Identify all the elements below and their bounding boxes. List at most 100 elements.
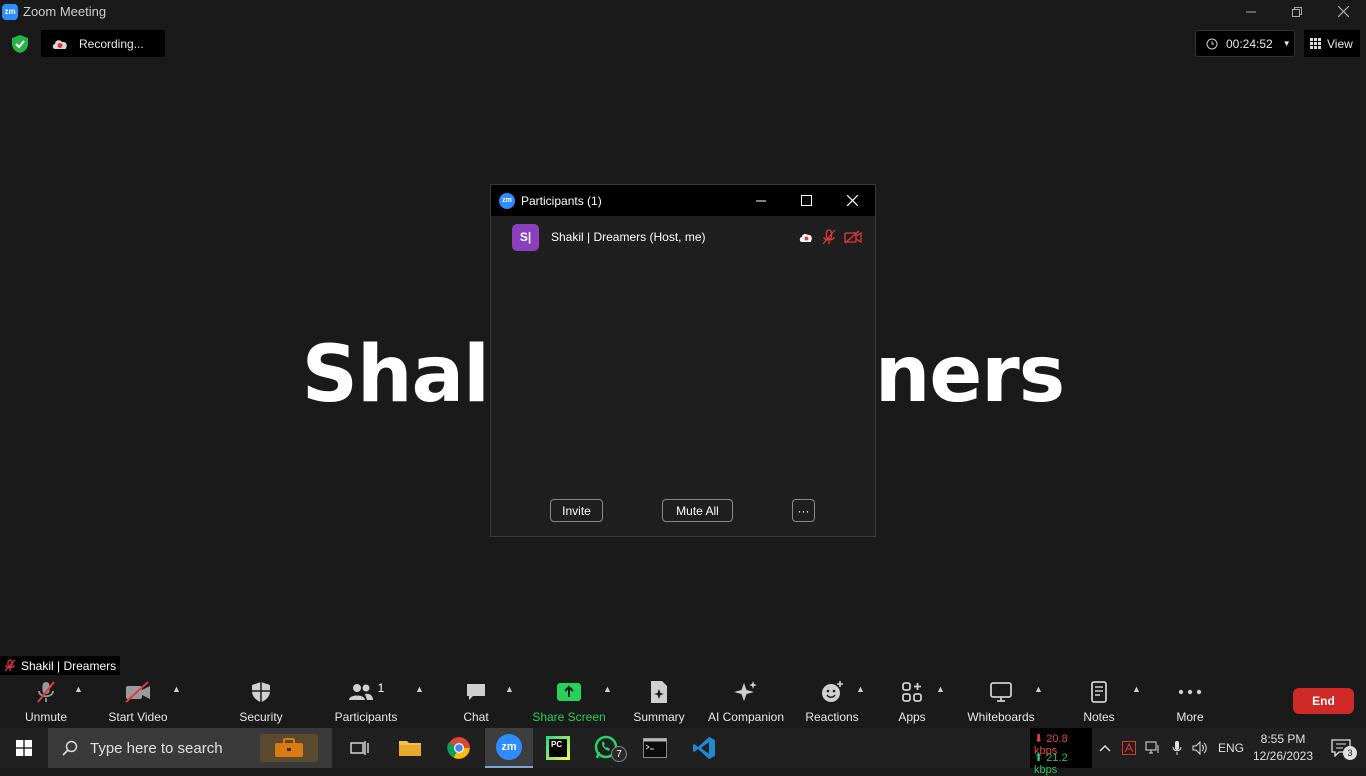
reactions-options-caret-icon[interactable]: ▲ [856,684,865,694]
share-options-caret-icon[interactable]: ▲ [603,684,612,694]
participants-titlebar: zm Participants (1) [491,185,875,216]
language-label: ENG [1217,741,1244,755]
whiteboards-options-caret-icon[interactable]: ▲ [1034,684,1043,694]
participants-options-caret-icon[interactable]: ▲ [415,684,424,694]
more-options-button[interactable]: ··· [792,499,815,522]
whiteboards-button[interactable]: Whiteboards [966,680,1036,724]
unmute-label: Unmute [24,710,68,724]
self-name-tag: Shakil | Dreamers [0,656,121,675]
close-button[interactable] [1320,0,1366,23]
taskbar-zoom[interactable]: zm [485,728,533,768]
zoom-app-icon: zm [496,734,522,760]
clock-date: 12/26/2023 [1252,749,1314,763]
microphone-tray-icon[interactable] [1166,728,1188,768]
chat-button[interactable]: Chat [460,680,492,724]
zoom-logo-icon: zm [2,3,18,20]
taskbar-clock[interactable]: 8:55 PM 12/26/2023 [1250,731,1316,765]
invite-button[interactable]: Invite [550,499,603,522]
notes-label: Notes [1083,710,1115,724]
participants-button[interactable]: 1 Participants [334,680,398,724]
more-button[interactable]: More [1170,680,1210,724]
chat-label: Chat [463,710,489,724]
participants-count: 1 [377,681,385,695]
window-title: Zoom Meeting [23,4,107,19]
view-button[interactable]: View [1304,30,1360,57]
taskbar-whatsapp[interactable]: 7 [583,728,631,768]
security-label: Security [239,710,283,724]
whiteboards-label: Whiteboards [967,710,1035,724]
unmute-button[interactable]: Unmute [22,680,70,724]
ai-companion-label: AI Companion [707,710,785,724]
more-label: More [1176,710,1204,724]
apps-options-caret-icon[interactable]: ▲ [936,684,945,694]
notes-button[interactable]: Notes [1080,680,1118,724]
folder-icon [399,741,421,756]
taskbar-pycharm[interactable]: PC [534,728,582,768]
taskbar-chrome[interactable] [435,728,483,768]
task-view-button[interactable] [336,728,384,768]
muted-microphone-icon [37,681,55,703]
end-meeting-button[interactable]: End [1293,688,1354,714]
volume-tray-icon[interactable] [1189,728,1211,768]
video-options-caret-icon[interactable]: ▲ [172,684,181,694]
taskbar-terminal[interactable] [631,728,679,768]
panel-close-button[interactable] [830,185,874,216]
share-screen-button[interactable]: Share Screen [532,680,606,724]
participant-name: Shakil | Dreamers (Host, me) [551,230,706,244]
summary-button[interactable]: Summary [632,680,686,724]
security-shield-icon [252,682,270,702]
speaker-icon [1192,741,1207,755]
panel-minimize-button[interactable] [739,185,783,216]
name-tag-label: Shakil | Dreamers [21,658,117,673]
task-view-icon [350,741,369,755]
start-video-button[interactable]: Start Video [108,680,168,724]
taskbar-file-explorer[interactable] [386,728,434,768]
meeting-toolbar: Unmute ▲ Start Video ▲ Security 1 Partic… [0,676,1366,728]
window-titlebar: zm Zoom Meeting [0,0,1366,23]
chat-options-caret-icon[interactable]: ▲ [505,684,514,694]
acrobat-tray-icon[interactable] [1118,728,1140,768]
encryption-shield-icon[interactable] [10,34,30,54]
language-indicator[interactable]: ENG [1214,728,1248,768]
apps-button[interactable]: Apps [896,680,928,724]
share-screen-arrow-icon [557,683,581,701]
video-off-icon [844,230,862,244]
meeting-timer[interactable]: 00:24:52 ▼ [1195,30,1295,57]
chevron-down-icon: ▼ [1282,39,1291,48]
muted-microphone-icon [4,659,16,672]
recording-indicator[interactable]: Recording... [41,30,165,57]
taskbar-search-box[interactable]: Type here to search [48,728,332,768]
panel-maximize-button[interactable] [784,185,828,216]
reactions-button[interactable]: Reactions [804,680,860,724]
display-name-left: Shal [301,330,490,420]
search-placeholder: Type here to search [90,739,223,757]
notes-options-caret-icon[interactable]: ▲ [1132,684,1141,694]
notification-center-button[interactable]: 3 [1318,728,1364,768]
participant-row[interactable]: S| Shakil | Dreamers (Host, me) [512,223,862,251]
search-icon [62,740,78,756]
more-dots-icon [1178,689,1202,695]
mute-all-button[interactable]: Mute All [662,499,733,522]
show-hidden-icons-button[interactable] [1094,728,1116,768]
taskbar-vscode[interactable] [680,728,728,768]
ai-companion-button[interactable]: AI Companion [706,680,786,724]
whiteboard-icon [990,682,1012,702]
avatar: S| [512,223,539,251]
audio-options-caret-icon[interactable]: ▲ [74,684,83,694]
terminal-icon [643,738,667,758]
display-name-right: ners [874,330,1065,420]
windows-start-button[interactable] [0,728,48,768]
search-highlight-briefcase-icon [260,734,318,762]
minimize-button[interactable] [1228,0,1274,23]
security-button[interactable]: Security [238,680,284,724]
video-off-icon [125,681,150,703]
cloud-recording-icon [799,233,812,242]
apps-label: Apps [898,710,926,724]
emoji-reaction-icon [822,681,843,702]
acrobat-icon [1122,741,1136,755]
restore-button[interactable] [1274,0,1320,23]
network-tray-icon[interactable] [1142,728,1164,768]
maximize-icon [800,195,812,206]
chevron-up-icon [1099,745,1111,752]
participants-label: Participants [334,710,398,724]
